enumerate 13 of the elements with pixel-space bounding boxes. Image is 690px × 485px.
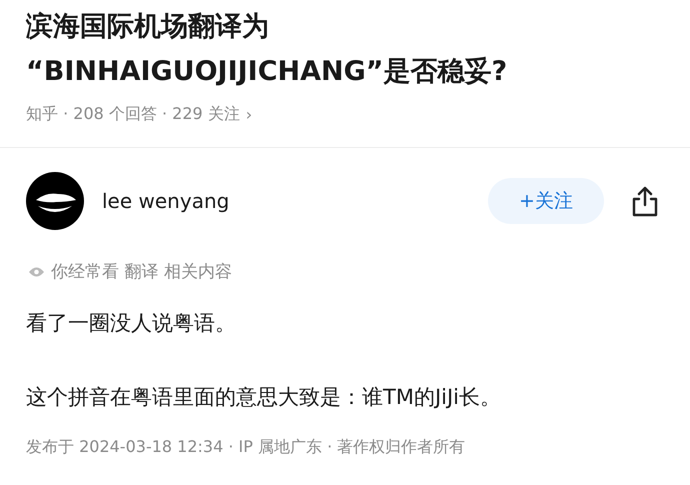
answer-paragraph: 这个拼音在粤语里面的意思大致是：谁TM的JiJi长。 (25, 384, 502, 411)
avatar[interactable] (26, 172, 84, 230)
author-name[interactable]: lee wenyang (102, 189, 488, 213)
share-icon[interactable] (630, 185, 660, 217)
question-title: 滨海国际机场翻译为 (26, 10, 270, 44)
answer-paragraph: 看了一圈没人说粤语。 (25, 310, 237, 337)
question-title: “BINHAIGUOJIJICHANG”是否稳妥? (26, 55, 508, 89)
eye-icon (28, 266, 45, 278)
post-footer: 发布于 2024-03-18 12:34 · IP 属地广东 · 著作权归作者所有 (0, 437, 690, 458)
recommendation-reason: 你经常看 翻译 相关内容 (51, 261, 232, 283)
chevron-icon[interactable]: › (246, 105, 252, 124)
question-meta: 知乎 · 208 个回答 · 229 关注 (26, 104, 240, 125)
follow-button[interactable]: +关注 (488, 178, 604, 224)
